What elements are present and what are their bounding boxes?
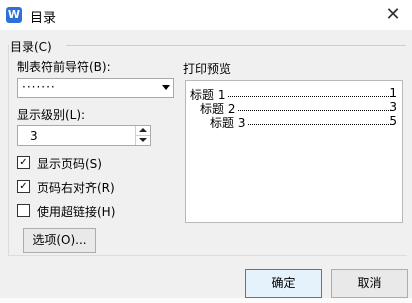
leader-value: ······· [22, 80, 56, 94]
toc-entry: 标题 3 5 [210, 114, 397, 131]
title-bar: W 目录 ✕ [0, 0, 412, 30]
hyperlinks-label: 使用超链接(H) [37, 205, 116, 219]
show-page-numbers-checkbox[interactable]: ✓ [17, 156, 30, 169]
stepper-buttons [135, 126, 150, 145]
hyperlinks-checkbox[interactable] [17, 204, 30, 217]
toc-entry-page: 1 [389, 86, 397, 100]
levels-value: 3 [30, 129, 38, 143]
leader-select[interactable]: ······· [17, 78, 174, 98]
group-label: 目录(C) [10, 40, 52, 54]
levels-stepper[interactable]: 3 [17, 125, 151, 146]
leader-label: 制表符前导符(B): [17, 60, 111, 74]
show-page-numbers-label: 显示页码(S) [37, 157, 102, 171]
dialog-title: 目录 [30, 11, 57, 26]
stepper-down-icon[interactable] [136, 136, 150, 145]
stepper-up-icon[interactable] [136, 126, 150, 136]
right-align-label: 页码右对齐(R) [37, 181, 115, 195]
toc-entry: 标题 2 3 [200, 100, 397, 117]
close-icon[interactable]: ✕ [382, 4, 404, 26]
app-logo-icon: W [6, 7, 22, 23]
options-button[interactable]: 选项(O)... [23, 228, 96, 253]
print-preview: 标题 1 1 标题 2 3 标题 3 5 [185, 80, 403, 223]
toc-entry-page: 3 [389, 100, 397, 114]
toc-entry-page: 5 [389, 114, 397, 128]
toc-entry: 标题 1 1 [190, 86, 397, 103]
cancel-button[interactable]: 取消 [331, 269, 408, 298]
preview-title: 打印预览 [183, 62, 232, 76]
levels-label: 显示级别(L): [17, 108, 86, 122]
group-divider [66, 45, 406, 46]
chevron-down-icon[interactable] [162, 85, 170, 90]
toc-entry-text: 标题 3 [210, 114, 248, 131]
right-align-checkbox[interactable]: ✓ [17, 180, 30, 193]
ok-button[interactable]: 确定 [245, 269, 322, 298]
bottom-strip [0, 298, 412, 303]
